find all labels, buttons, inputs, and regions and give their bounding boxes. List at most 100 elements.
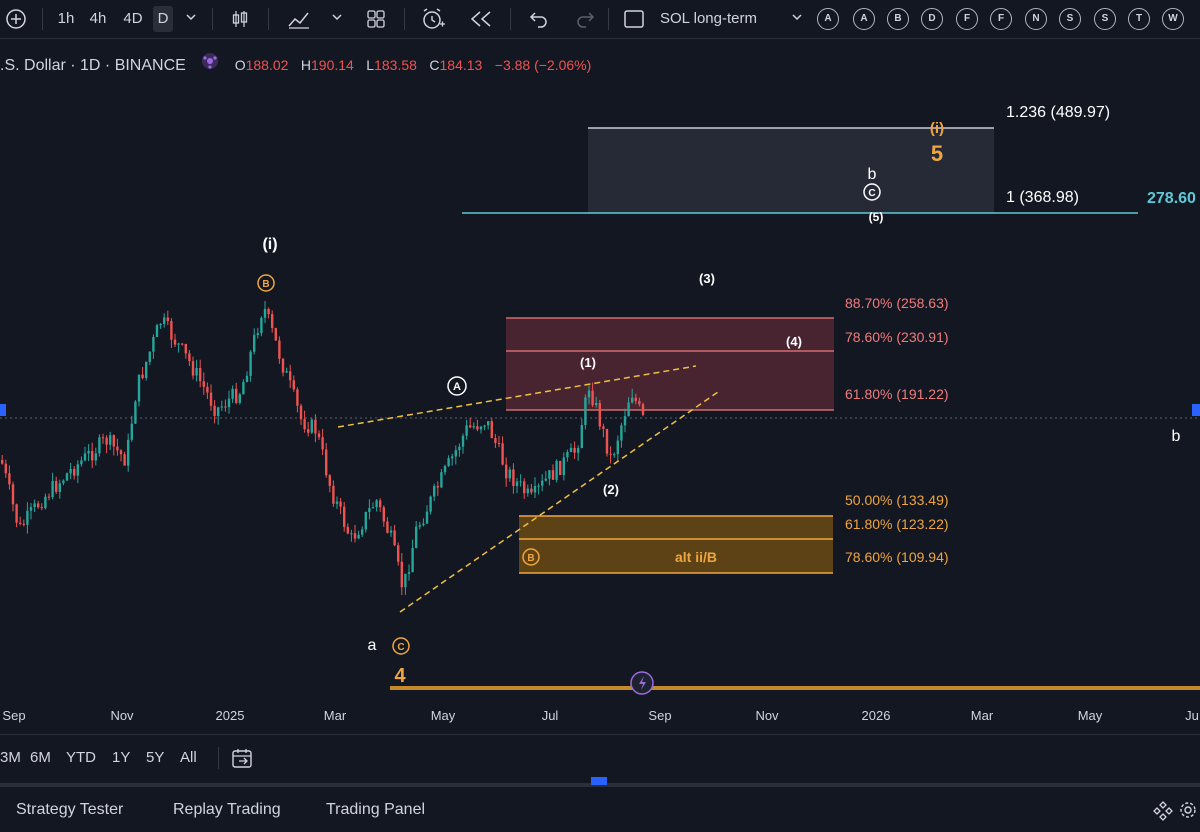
candle-body (616, 440, 619, 455)
price-chart[interactable]: 1.236 (489.97) 1 (368.98) 278.60 88.70% … (0, 80, 1200, 730)
candle-body (454, 450, 457, 457)
close-value: 184.13 (439, 57, 483, 73)
candle-body (184, 343, 187, 354)
fib-786-support-label: 78.60% (109.94) (845, 549, 949, 565)
symbol-logo (190, 52, 230, 79)
wave-c-top-circle-label: C (868, 188, 875, 199)
layouts-button[interactable] (362, 6, 390, 32)
candle-body (321, 437, 324, 450)
quick-alert-a-2-icon[interactable]: A (853, 8, 875, 30)
candle-body (245, 375, 249, 382)
wave-i-label: (i) (262, 236, 277, 253)
candle-body (335, 501, 339, 504)
solana-logo-icon (202, 53, 219, 70)
candle-body (260, 317, 263, 334)
quick-alert-t-icon[interactable]: T (1128, 8, 1150, 30)
candle-body (613, 454, 616, 456)
panel-settings-button[interactable] (1178, 799, 1198, 826)
time-label: Nov (110, 708, 134, 723)
alert-button[interactable] (418, 6, 448, 32)
candle-body (382, 507, 385, 522)
range-5y-button[interactable]: 5Y (146, 749, 164, 766)
binance-logo-icon (1153, 801, 1173, 821)
add-symbol-button[interactable] (2, 6, 30, 32)
candle-body (458, 446, 461, 451)
layout-toggle-button[interactable] (620, 6, 648, 32)
range-6m-button[interactable]: 6M (30, 749, 51, 766)
tab-strategy-tester[interactable]: Strategy Tester (16, 801, 123, 819)
range-all-button[interactable]: All (180, 749, 197, 766)
range-ytd-button[interactable]: YTD (66, 749, 96, 766)
candle-body (515, 481, 519, 486)
panel-resize-handle[interactable] (591, 777, 607, 785)
candle-body (346, 526, 349, 534)
quick-alert-f-2-icon[interactable]: F (990, 8, 1012, 30)
alarm-clock-icon (423, 8, 445, 29)
tab-trading-panel[interactable]: Trading Panel (326, 801, 425, 819)
symbol-title[interactable]: .S. Dollar · 1D · BINANCE (0, 57, 186, 74)
candle-body (562, 457, 565, 475)
quick-alert-d-icon[interactable]: D (921, 8, 943, 30)
layout-name[interactable]: SOL long-term (660, 6, 776, 32)
candle-body (235, 388, 238, 403)
indicators-dropdown-button[interactable] (326, 6, 348, 32)
candle-body (278, 340, 281, 359)
candle-body (94, 453, 97, 461)
candle-body (91, 450, 94, 461)
range-1y-button[interactable]: 1Y (112, 749, 130, 766)
interval-4h-button[interactable]: 4h (84, 6, 112, 32)
candle-body (623, 416, 627, 426)
quick-alert-b-icon[interactable]: B (887, 8, 909, 30)
goto-date-button[interactable] (230, 747, 256, 776)
tab-replay-trading[interactable]: Replay Trading (173, 801, 281, 819)
replay-button[interactable] (466, 6, 496, 32)
candle-body (80, 460, 83, 465)
quick-alert-s-2-icon[interactable]: S (1094, 8, 1116, 30)
undo-button[interactable] (526, 6, 552, 32)
candle-body (332, 485, 335, 504)
interval-dropdown-button[interactable] (180, 6, 202, 32)
fib-887-label: 88.70% (258.63) (845, 295, 949, 311)
right-b-label: b (1172, 428, 1181, 445)
candle-body (397, 545, 400, 562)
chevron-down-icon (332, 14, 342, 21)
candle-body (361, 529, 364, 535)
broker-logo[interactable] (1152, 799, 1174, 826)
candle-body (587, 390, 591, 398)
quick-alert-a-1-icon[interactable]: A (817, 8, 839, 30)
candle-body (137, 374, 141, 402)
candle-body (411, 547, 414, 573)
candle-body (51, 481, 54, 498)
candle-body (584, 397, 587, 425)
chart-type-button[interactable] (226, 6, 254, 32)
candle-body (443, 465, 447, 473)
candle-body (483, 425, 486, 427)
indicators-button[interactable] (284, 6, 314, 32)
candle-body (422, 523, 425, 526)
interval-1h-button[interactable]: 1h (52, 6, 80, 32)
quick-alert-s-1-icon[interactable]: S (1059, 8, 1081, 30)
quick-alert-f-1-icon[interactable]: F (956, 8, 978, 30)
quick-alert-n-icon[interactable]: N (1025, 8, 1047, 30)
candle-body (213, 405, 216, 416)
lightning-badge[interactable] (630, 671, 654, 695)
range-3m-button[interactable]: 3M (0, 749, 21, 766)
candle-body (289, 371, 292, 381)
left-resize-handle[interactable] (0, 404, 6, 416)
right-resize-handle[interactable] (1192, 404, 1200, 416)
candle-body (364, 512, 367, 530)
candle-body (328, 475, 331, 486)
wave-2-label: (2) (603, 482, 619, 497)
time-axis[interactable]: Sep Nov 2025 Mar May Jul Sep Nov 2026 Ma… (0, 700, 1200, 732)
interval-d-button[interactable]: D (153, 6, 173, 32)
quick-alert-w-icon[interactable]: W (1162, 8, 1184, 30)
layout-dropdown-button[interactable] (786, 6, 808, 32)
low-label: L (366, 57, 375, 73)
candle-body (191, 361, 195, 376)
candle-body (519, 481, 522, 483)
candle-body (8, 473, 11, 485)
time-label: Ju (1185, 708, 1199, 723)
interval-4d-button[interactable]: 4D (118, 6, 148, 32)
candle-body (105, 437, 108, 445)
redo-button[interactable] (572, 6, 598, 32)
